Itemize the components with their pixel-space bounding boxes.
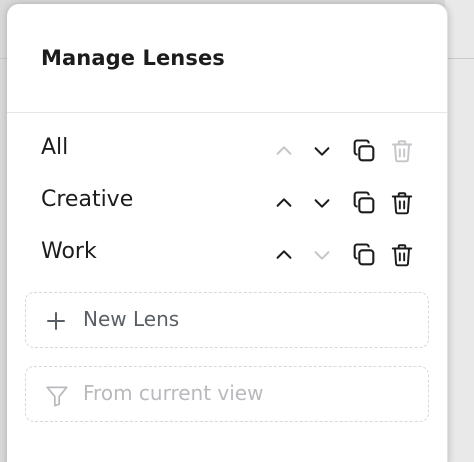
move-down-button[interactable] xyxy=(307,188,337,218)
delete-button[interactable] xyxy=(387,240,417,270)
from-current-view-button[interactable]: From current view xyxy=(25,366,429,422)
lens-name: Creative xyxy=(41,187,134,212)
lens-actions xyxy=(269,240,419,270)
trash-icon xyxy=(389,242,415,268)
lens-actions xyxy=(269,188,419,218)
background-panel-edge xyxy=(445,0,474,462)
dialog-header: Manage Lenses xyxy=(7,4,447,113)
lens-list: All Creative Work xyxy=(7,126,447,282)
chevron-up-icon xyxy=(273,244,295,266)
move-up-button[interactable] xyxy=(269,188,299,218)
trash-icon xyxy=(389,190,415,216)
chevron-down-icon xyxy=(311,192,333,214)
duplicate-button[interactable] xyxy=(349,136,379,166)
copy-icon xyxy=(350,137,378,165)
delete-button[interactable] xyxy=(387,188,417,218)
move-up-button[interactable] xyxy=(269,136,299,166)
trash-icon xyxy=(389,138,415,164)
copy-icon xyxy=(350,189,378,217)
copy-icon xyxy=(350,241,378,269)
lens-row-all: All xyxy=(7,126,447,178)
lens-actions xyxy=(269,136,419,166)
manage-lenses-dialog: Manage Lenses All Creative Work New Lens… xyxy=(7,4,448,462)
lens-name: Work xyxy=(41,239,97,264)
new-lens-button[interactable]: New Lens xyxy=(25,292,429,348)
delete-button[interactable] xyxy=(387,136,417,166)
new-lens-label: New Lens xyxy=(83,307,180,331)
from-current-view-label: From current view xyxy=(83,381,264,405)
plus-icon xyxy=(44,309,68,333)
move-down-button[interactable] xyxy=(307,136,337,166)
chevron-down-icon xyxy=(311,140,333,162)
duplicate-button[interactable] xyxy=(349,240,379,270)
chevron-up-icon xyxy=(273,140,295,162)
chevron-down-icon xyxy=(311,244,333,266)
lens-row-work: Work xyxy=(7,230,447,282)
lens-name: All xyxy=(41,135,69,160)
move-up-button[interactable] xyxy=(269,240,299,270)
chevron-up-icon xyxy=(273,192,295,214)
move-down-button[interactable] xyxy=(307,240,337,270)
duplicate-button[interactable] xyxy=(349,188,379,218)
lens-row-creative: Creative xyxy=(7,178,447,230)
filter-icon xyxy=(44,383,68,407)
dialog-title: Manage Lenses xyxy=(41,46,225,70)
